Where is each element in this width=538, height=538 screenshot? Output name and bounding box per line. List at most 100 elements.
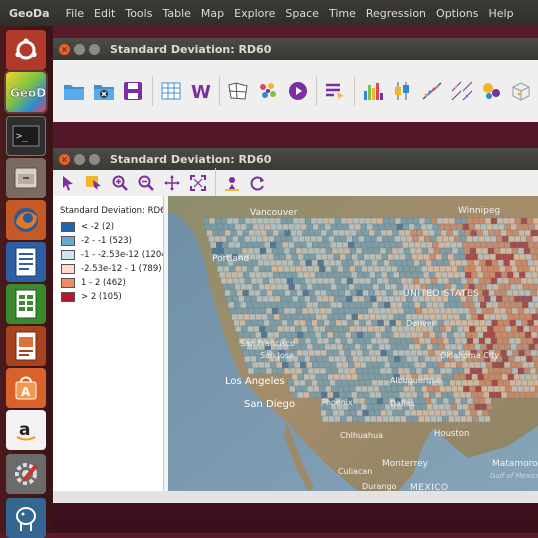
county-polygon[interactable] bbox=[295, 344, 301, 350]
county-polygon[interactable] bbox=[281, 278, 287, 284]
county-polygon[interactable] bbox=[411, 272, 417, 278]
county-polygon[interactable] bbox=[520, 374, 526, 380]
county-polygon[interactable] bbox=[483, 272, 489, 278]
county-polygon[interactable] bbox=[288, 302, 294, 308]
county-polygon[interactable] bbox=[237, 332, 243, 338]
county-polygon[interactable] bbox=[315, 290, 321, 296]
county-polygon[interactable] bbox=[292, 296, 298, 302]
county-polygon[interactable] bbox=[464, 308, 470, 314]
county-polygon[interactable] bbox=[276, 320, 282, 326]
county-polygon[interactable] bbox=[452, 368, 458, 374]
county-polygon[interactable] bbox=[489, 290, 495, 296]
county-polygon[interactable] bbox=[528, 302, 534, 308]
county-polygon[interactable] bbox=[367, 266, 373, 272]
county-polygon[interactable] bbox=[385, 386, 391, 392]
county-polygon[interactable] bbox=[525, 272, 531, 278]
county-polygon[interactable] bbox=[406, 236, 412, 242]
county-polygon[interactable] bbox=[510, 362, 516, 368]
county-polygon[interactable] bbox=[387, 290, 393, 296]
county-polygon[interactable] bbox=[382, 374, 388, 380]
county-polygon[interactable] bbox=[294, 260, 300, 266]
county-polygon[interactable] bbox=[526, 314, 532, 320]
county-polygon[interactable] bbox=[458, 368, 464, 374]
county-polygon[interactable] bbox=[399, 332, 405, 338]
county-polygon[interactable] bbox=[454, 314, 460, 320]
county-polygon[interactable] bbox=[339, 290, 345, 296]
county-polygon[interactable] bbox=[506, 368, 512, 374]
county-polygon[interactable] bbox=[394, 296, 400, 302]
county-polygon[interactable] bbox=[468, 242, 474, 248]
county-polygon[interactable] bbox=[485, 218, 491, 224]
county-polygon[interactable] bbox=[307, 266, 313, 272]
county-polygon[interactable] bbox=[303, 392, 309, 398]
county-polygon[interactable] bbox=[449, 398, 455, 404]
county-polygon[interactable] bbox=[394, 416, 400, 422]
county-polygon[interactable] bbox=[468, 302, 474, 308]
county-polygon[interactable] bbox=[348, 362, 354, 368]
county-polygon[interactable] bbox=[377, 218, 383, 224]
county-polygon[interactable] bbox=[249, 290, 255, 296]
county-polygon[interactable] bbox=[513, 332, 519, 338]
county-polygon[interactable] bbox=[463, 266, 469, 272]
county-polygon[interactable] bbox=[382, 356, 388, 362]
county-polygon[interactable] bbox=[386, 308, 392, 314]
county-polygon[interactable] bbox=[268, 236, 274, 242]
county-polygon[interactable] bbox=[244, 296, 250, 302]
county-polygon[interactable] bbox=[295, 326, 301, 332]
county-polygon[interactable] bbox=[502, 314, 508, 320]
county-polygon[interactable] bbox=[507, 230, 513, 236]
county-polygon[interactable] bbox=[457, 404, 463, 410]
county-polygon[interactable] bbox=[453, 272, 459, 278]
county-polygon[interactable] bbox=[409, 344, 415, 350]
fit-extent-icon[interactable] bbox=[187, 172, 209, 194]
legend-item[interactable]: > 2 (105) bbox=[61, 291, 122, 303]
county-polygon[interactable] bbox=[345, 350, 351, 356]
county-polygon[interactable] bbox=[306, 260, 312, 266]
county-polygon[interactable] bbox=[246, 362, 252, 368]
county-polygon[interactable] bbox=[352, 356, 358, 362]
county-polygon[interactable] bbox=[396, 302, 402, 308]
firefox-icon[interactable] bbox=[6, 200, 46, 240]
county-polygon[interactable] bbox=[502, 236, 508, 242]
county-polygon[interactable] bbox=[332, 308, 338, 314]
county-polygon[interactable] bbox=[341, 278, 347, 284]
county-polygon[interactable] bbox=[249, 350, 255, 356]
county-polygon[interactable] bbox=[223, 266, 229, 272]
county-polygon[interactable] bbox=[531, 332, 537, 338]
county-polygon[interactable] bbox=[348, 302, 354, 308]
county-polygon[interactable] bbox=[289, 284, 295, 290]
county-polygon[interactable] bbox=[507, 392, 513, 398]
county-polygon[interactable] bbox=[419, 278, 425, 284]
county-polygon[interactable] bbox=[371, 218, 377, 224]
county-polygon[interactable] bbox=[359, 338, 365, 344]
county-polygon[interactable] bbox=[523, 386, 529, 392]
county-polygon[interactable] bbox=[436, 416, 442, 422]
county-polygon[interactable] bbox=[210, 242, 216, 248]
county-polygon[interactable] bbox=[390, 242, 396, 248]
county-polygon[interactable] bbox=[342, 242, 348, 248]
county-polygon[interactable] bbox=[334, 356, 340, 362]
county-polygon[interactable] bbox=[512, 308, 518, 314]
county-polygon[interactable] bbox=[517, 326, 523, 332]
county-polygon[interactable] bbox=[326, 308, 332, 314]
county-polygon[interactable] bbox=[245, 278, 251, 284]
county-polygon[interactable] bbox=[463, 386, 469, 392]
county-polygon[interactable] bbox=[322, 236, 328, 242]
county-polygon[interactable] bbox=[445, 404, 451, 410]
county-polygon[interactable] bbox=[366, 320, 372, 326]
county-polygon[interactable] bbox=[445, 386, 451, 392]
county-polygon[interactable] bbox=[478, 254, 484, 260]
county-polygon[interactable] bbox=[505, 326, 511, 332]
county-polygon[interactable] bbox=[298, 314, 304, 320]
county-polygon[interactable] bbox=[389, 338, 395, 344]
county-polygon[interactable] bbox=[379, 386, 385, 392]
county-polygon[interactable] bbox=[435, 410, 441, 416]
county-polygon[interactable] bbox=[439, 326, 445, 332]
county-polygon[interactable] bbox=[375, 332, 381, 338]
county-polygon[interactable] bbox=[520, 236, 526, 242]
county-polygon[interactable] bbox=[510, 260, 516, 266]
county-polygon[interactable] bbox=[289, 266, 295, 272]
county-polygon[interactable] bbox=[403, 224, 409, 230]
county-polygon[interactable] bbox=[472, 254, 478, 260]
county-polygon[interactable] bbox=[459, 410, 465, 416]
